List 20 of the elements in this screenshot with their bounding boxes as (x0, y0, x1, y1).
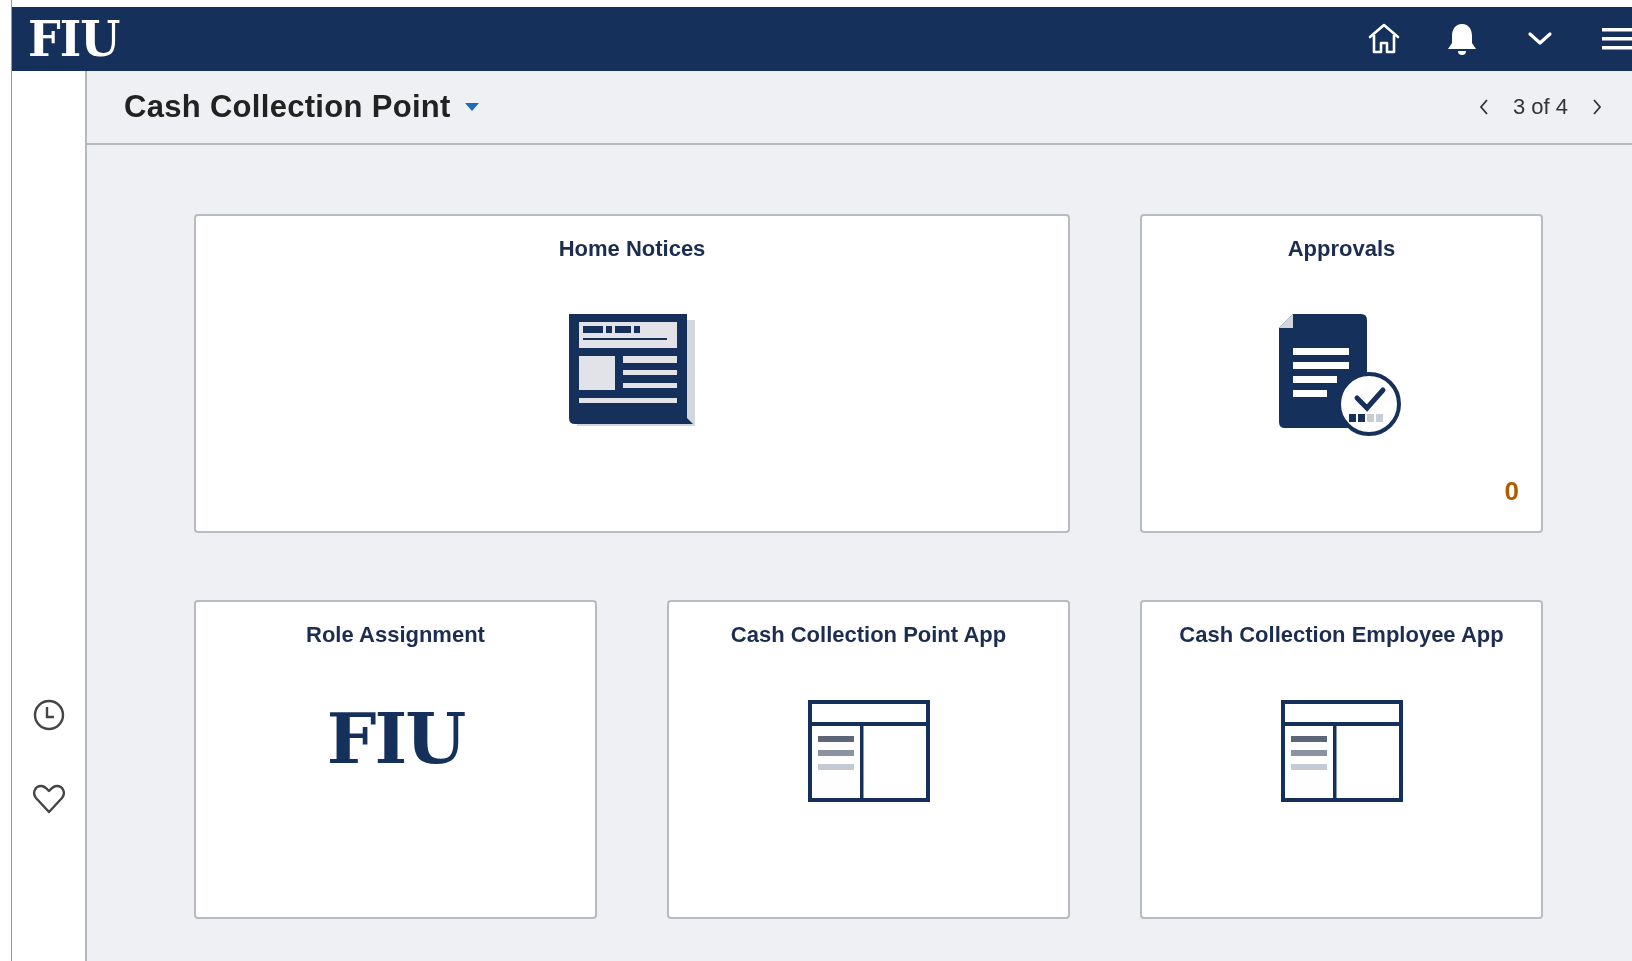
heart-icon[interactable] (31, 782, 66, 816)
tile-title: Approvals (1287, 236, 1396, 262)
tile-title: Cash Collection Point App (730, 622, 1007, 648)
tile-title: Cash Collection Employee App (1179, 622, 1504, 648)
logo: FIU (326, 704, 465, 774)
page-counter: 3 of 4 (1512, 94, 1568, 120)
clock-icon[interactable] (31, 698, 66, 732)
logo: FIU (28, 14, 120, 64)
tile-title: Home Notices (558, 236, 706, 262)
tile[interactable]: Approvals 0 (1140, 214, 1543, 533)
tile[interactable]: Cash Collection Point App (667, 600, 1070, 919)
newspaper-icon (569, 314, 695, 426)
tile[interactable]: Role Assignment FIU (194, 600, 597, 919)
next-icon[interactable] (1590, 97, 1604, 117)
tile-title: Role Assignment (306, 622, 485, 648)
page-title: Cash Collection Point (124, 89, 451, 125)
tile[interactable]: Home Notices (194, 214, 1070, 533)
tile[interactable]: Cash Collection Employee App (1140, 600, 1543, 919)
count: 0 (1504, 476, 1519, 507)
dropdown-icon[interactable] (462, 101, 481, 113)
